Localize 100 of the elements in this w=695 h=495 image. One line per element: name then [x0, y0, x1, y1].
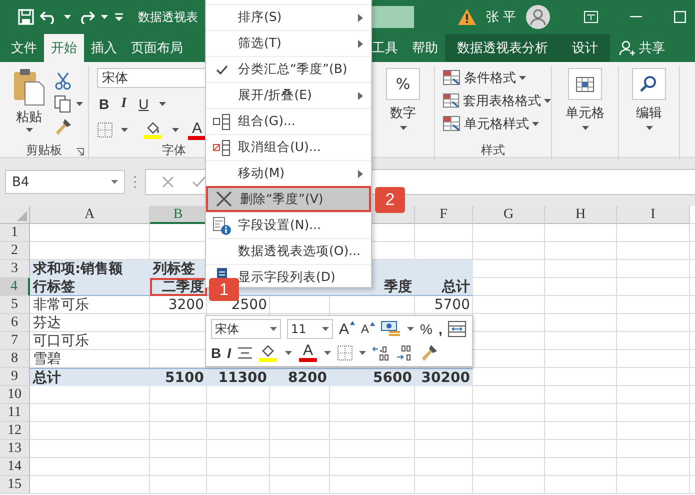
borders-icon[interactable] [337, 344, 354, 361]
table-cell: 5100 [150, 368, 207, 386]
font-size-field[interactable]: 11 [287, 319, 333, 340]
menu-item[interactable]: 字段设置(N)... [206, 212, 371, 238]
menu-item[interactable]: 删除“季度”(V) [206, 186, 371, 212]
ribbon-tab[interactable]: 插入 [84, 34, 124, 62]
caret-icon [582, 126, 588, 130]
menu-item[interactable]: 取消组合(U)... [206, 134, 371, 160]
row-header[interactable]: 11 [0, 404, 30, 422]
caret-icon [76, 102, 83, 106]
name-box[interactable]: B4 [5, 170, 125, 194]
grow-font-button[interactable]: A [339, 320, 356, 338]
share-button[interactable]: 共享 [619, 34, 665, 62]
drag-handle-icon[interactable] [133, 175, 137, 189]
row-header[interactable]: 9 [0, 368, 30, 386]
minimize-icon[interactable] [630, 16, 642, 18]
column-header[interactable]: F [415, 206, 473, 224]
row-header[interactable]: 10 [0, 386, 30, 404]
customize-icon[interactable] [114, 12, 124, 22]
merge-center-icon[interactable] [448, 321, 466, 338]
caret-icon [359, 350, 366, 355]
increase-decimal-icon[interactable] [372, 344, 390, 361]
percent-button[interactable]: % [420, 321, 432, 338]
cell-styles-button[interactable]: 单元格样式 [443, 114, 551, 134]
column-header[interactable]: G [473, 206, 545, 224]
table-cell: 行标签 [30, 278, 150, 296]
fill-color-icon[interactable] [144, 121, 164, 139]
row-header[interactable]: 13 [0, 440, 30, 458]
caret-icon [322, 327, 329, 332]
row-header[interactable]: 12 [0, 422, 30, 440]
caret-icon [64, 15, 71, 19]
row-header[interactable]: 2 [0, 242, 30, 260]
menu-item[interactable]: 筛选(T) [206, 30, 371, 56]
row-header[interactable]: 1 [0, 224, 30, 242]
scissors-icon[interactable] [54, 72, 72, 90]
comma-button[interactable]: , [438, 321, 442, 338]
column-header[interactable]: A [30, 206, 150, 224]
caret-icon [285, 350, 292, 355]
table-cell-text: 3200 [167, 296, 205, 314]
align-center-icon[interactable] [237, 346, 254, 359]
ribbon-tab[interactable]: 帮助 [405, 34, 445, 62]
format-painter-icon[interactable] [420, 344, 438, 362]
italic-button[interactable]: I [227, 344, 232, 361]
ribbon-tab[interactable]: 页面布局 [124, 34, 190, 62]
menu-item[interactable]: 数据透视表选项(O)... [206, 238, 371, 264]
menu-item[interactable]: 分类汇总“季度”(B) [206, 56, 371, 82]
accounting-format-icon[interactable] [381, 321, 402, 338]
caret-icon [544, 99, 551, 103]
table-cell: 总计 [415, 278, 473, 296]
table-format-button[interactable]: 套用表格格式 [443, 91, 551, 111]
caret-icon [111, 180, 118, 184]
table-cell: 列标签 [150, 260, 207, 278]
save-icon[interactable] [18, 9, 34, 25]
caret-icon [158, 102, 166, 106]
table-cell: 求和项:销售额 [30, 260, 150, 278]
font-color-button[interactable]: A [298, 343, 318, 362]
row-header[interactable]: 15 [0, 476, 30, 494]
cells-button[interactable]: 单元格 [566, 66, 604, 130]
row-header[interactable]: 7 [0, 332, 30, 350]
font-name-field[interactable]: 宋体 [211, 319, 281, 340]
ribbon-tab[interactable]: 设计 [560, 34, 610, 62]
conditional-format-button[interactable]: 条件格式 [443, 68, 551, 88]
avatar-icon[interactable] [526, 5, 550, 29]
row-header[interactable]: 5 [0, 296, 30, 314]
row-header[interactable]: 4 [0, 278, 30, 296]
column-header[interactable]: B [150, 206, 207, 224]
table-cell-text: 5700 [433, 296, 471, 314]
italic-button[interactable]: I [119, 96, 129, 112]
table-style-icon [443, 93, 460, 109]
menu-item[interactable]: 组合(G)... [206, 108, 371, 134]
ribbon-tab[interactable]: 文件 [4, 34, 44, 62]
row-header[interactable]: 3 [0, 260, 30, 278]
bold-button[interactable]: B [97, 96, 112, 112]
ungroup-icon [213, 140, 231, 156]
underline-button[interactable]: U [136, 96, 151, 112]
group-icon [213, 114, 231, 130]
row-header[interactable]: 6 [0, 314, 30, 332]
menu-item[interactable]: 排序(S) [206, 4, 371, 30]
field-settings-icon [213, 216, 231, 234]
column-header[interactable]: I [617, 206, 690, 224]
copy-icon[interactable] [54, 95, 72, 113]
paste-button[interactable]: 粘贴 [10, 68, 48, 140]
maximize-icon[interactable] [674, 11, 686, 23]
bold-button[interactable]: B [211, 344, 222, 361]
borders-icon[interactable] [97, 122, 113, 138]
dialog-launcher-icon[interactable] [76, 148, 84, 156]
step-badge: 1 [209, 278, 239, 301]
table-cell: 5600 [330, 368, 415, 386]
column-header[interactable]: H [545, 206, 617, 224]
fill-color-icon[interactable] [259, 344, 280, 362]
ribbon-tab[interactable]: 数据透视表分析 [445, 34, 560, 62]
font-color-button[interactable]: A [187, 120, 207, 140]
ribbon-display-icon[interactable] [584, 11, 598, 23]
row-header[interactable]: 8 [0, 350, 30, 368]
caret-icon [121, 128, 128, 132]
row-header[interactable]: 14 [0, 458, 30, 476]
menu-item[interactable]: 展开/折叠(E) [206, 82, 371, 108]
ribbon-tab[interactable]: 开始 [44, 34, 84, 62]
shrink-font-button[interactable]: A [361, 322, 376, 336]
format-painter-icon[interactable] [54, 118, 72, 136]
